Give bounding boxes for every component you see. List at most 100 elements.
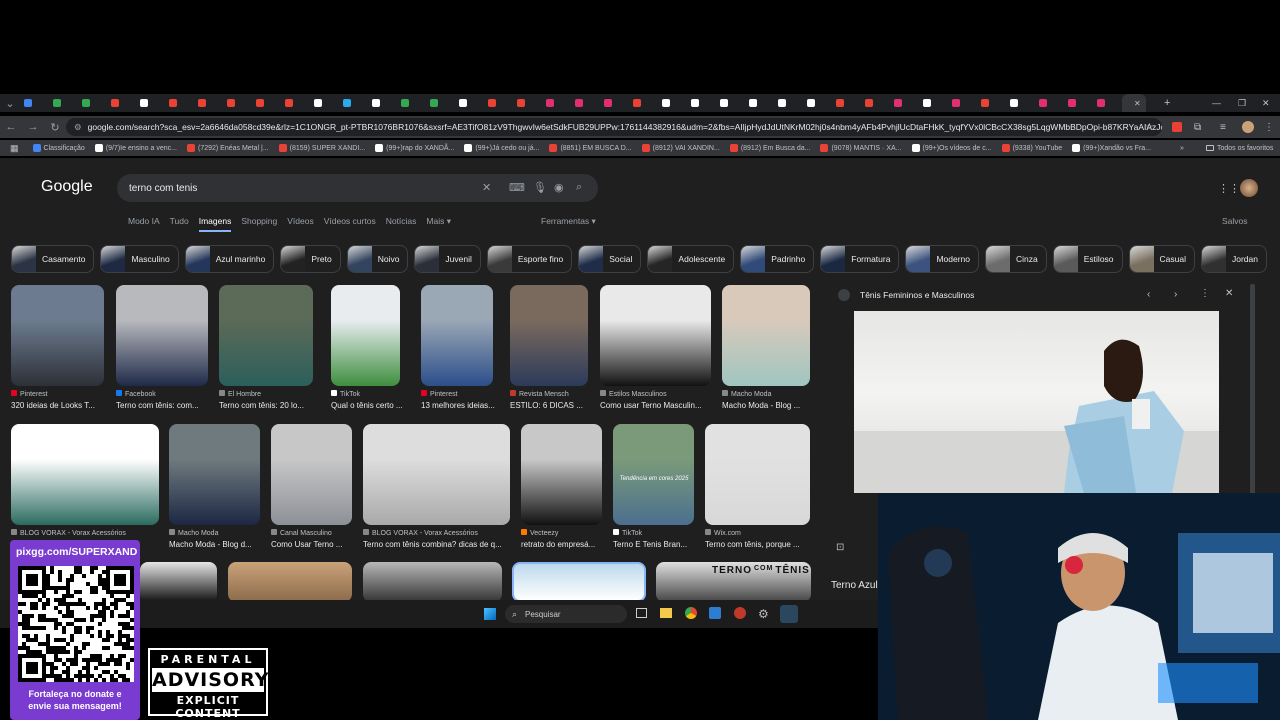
refinement-chip[interactable]: Social (578, 245, 642, 273)
browser-tab[interactable] (919, 94, 948, 112)
reload-icon[interactable]: ↻ (44, 121, 66, 134)
result-image[interactable] (271, 424, 352, 525)
extensions-icon[interactable]: ⧉ (1194, 122, 1201, 133)
prev-icon[interactable]: ‹ (1147, 289, 1150, 300)
maximize-icon[interactable]: ❐ (1238, 98, 1246, 109)
browser-tab[interactable] (78, 94, 107, 112)
bookmark-item[interactable]: (99+)Xandão vs Fra... (1072, 144, 1151, 152)
media-icon[interactable]: ≡ (1220, 122, 1226, 133)
result-source[interactable]: Vecteezy (521, 529, 608, 537)
more-options-icon[interactable]: ⋮ (1200, 288, 1210, 299)
result-title[interactable]: Terno com tênis: com... (116, 401, 214, 410)
result-source[interactable]: BLOG VORAX - Vorax Acessórios (11, 529, 165, 537)
bookmark-item[interactable]: (8159) SUPER XANDI... (278, 144, 365, 152)
new-tab-button[interactable]: + (1164, 97, 1170, 109)
result-title[interactable]: Terno com tênis combina? dicas de q... (363, 540, 516, 549)
chrome-icon[interactable] (685, 607, 697, 619)
browser-tab[interactable] (716, 94, 745, 112)
google-logo[interactable]: Google (41, 178, 93, 196)
browser-tab[interactable] (1093, 94, 1122, 112)
browser-tab[interactable] (861, 94, 890, 112)
browser-tab[interactable] (571, 94, 600, 112)
result-image[interactable] (521, 424, 602, 525)
result-title[interactable]: ESTILO: 6 DICAS ... (510, 401, 594, 410)
search-tab[interactable]: Modo IA (128, 216, 160, 232)
bookmark-item[interactable]: (9078) MANTIS · XA... (820, 144, 902, 152)
search-icon[interactable]: ⌕ (576, 181, 582, 194)
browser-tab[interactable] (774, 94, 803, 112)
bookmark-item[interactable]: (9/7)Ie ensino a venc... (94, 144, 177, 152)
result-title[interactable]: Como Usar Terno ... (271, 540, 358, 549)
result-image[interactable] (11, 285, 104, 386)
search-tab[interactable]: Notícias (386, 216, 417, 232)
browser-tab[interactable] (745, 94, 774, 112)
preview-image[interactable] (854, 311, 1219, 493)
result-image[interactable] (512, 562, 646, 600)
result-title[interactable]: 320 ideias de Looks T... (11, 401, 110, 410)
refinement-chip[interactable]: Casual (1128, 245, 1195, 273)
result-source[interactable]: Macho Moda (722, 390, 816, 398)
site-info-icon[interactable]: ⚙ (74, 122, 82, 133)
apps-icon[interactable]: ▦ (10, 143, 19, 154)
result-title[interactable]: 13 melhores ideias... (421, 401, 499, 410)
settings-icon[interactable]: ⚙ (758, 607, 769, 621)
browser-tab[interactable] (426, 94, 455, 112)
browser-tab[interactable] (977, 94, 1006, 112)
profile-avatar[interactable] (1242, 121, 1254, 133)
browser-tab[interactable] (455, 94, 484, 112)
browser-tab[interactable] (194, 94, 223, 112)
result-image[interactable] (331, 285, 400, 386)
result-image[interactable] (140, 562, 217, 600)
browser-tab[interactable] (658, 94, 687, 112)
browser-tab[interactable] (542, 94, 571, 112)
more-bookmarks-icon[interactable]: » (1180, 145, 1184, 152)
result-title[interactable]: Terno com tênis, porque ... (705, 540, 816, 549)
bookmark-item[interactable]: (9338) YouTube (1001, 144, 1062, 152)
clear-icon[interactable]: ✕ (482, 181, 491, 194)
result-image[interactable] (169, 424, 260, 525)
refinement-chip[interactable]: Esporte fino (486, 245, 573, 273)
result-title[interactable]: Como usar Terno Masculin... (600, 401, 717, 410)
refinement-chip[interactable]: Noivo (346, 245, 409, 273)
mic-icon[interactable]: 🎙 (533, 181, 547, 194)
result-source[interactable]: Revista Mensch (510, 390, 594, 398)
browser-tab[interactable] (948, 94, 977, 112)
result-source[interactable]: Wix.com (705, 529, 816, 537)
browser-tab[interactable] (629, 94, 658, 112)
file-explorer-icon[interactable] (660, 608, 672, 618)
extension-icon[interactable] (1172, 122, 1182, 132)
result-title[interactable]: Terno E Tenis Bran... (613, 540, 700, 549)
result-image[interactable] (11, 424, 159, 525)
result-image[interactable] (510, 285, 588, 386)
result-image[interactable] (600, 285, 711, 386)
search-tab[interactable]: Mais ▾ (426, 216, 451, 232)
bookmark-item[interactable]: (8851) EM BUSCA D... (549, 144, 632, 152)
result-source[interactable]: El Hombre (219, 390, 319, 398)
refinement-chip[interactable]: Jordan (1201, 245, 1267, 273)
close-tab-icon[interactable]: ✕ (1134, 99, 1141, 108)
minimize-icon[interactable]: — (1212, 98, 1221, 108)
result-title[interactable]: Terno com tênis: 20 lo... (219, 401, 319, 410)
result-image[interactable] (116, 285, 208, 386)
browser-tab[interactable] (832, 94, 861, 112)
bookmark-item[interactable]: (99+)rap do XANDÃ... (375, 144, 454, 152)
result-title[interactable]: Qual o tênis certo ... (331, 401, 406, 410)
taskbar-search[interactable]: ⌕ Pesquisar (505, 605, 627, 623)
back-icon[interactable]: ← (0, 121, 22, 133)
result-source[interactable]: TikTok (331, 390, 406, 398)
result-source[interactable]: Pinterest (421, 390, 499, 398)
search-tab[interactable]: Vídeos curtos (324, 216, 376, 232)
browser-tab[interactable] (339, 94, 368, 112)
task-view-icon[interactable] (636, 608, 647, 618)
bookmark-item[interactable]: (99+)Já cedo ou já... (464, 144, 539, 152)
tools-button[interactable]: Ferramentas ▾ (541, 216, 596, 227)
result-source[interactable]: TikTok (613, 529, 700, 537)
forward-icon[interactable]: → (22, 121, 44, 133)
bookmark-item[interactable]: (8912) Em Busca da... (729, 144, 810, 152)
refinement-chip[interactable]: Padrinho (740, 245, 815, 273)
bookmark-item[interactable]: (8912) VAI XANDIN... (641, 144, 720, 152)
result-image[interactable] (613, 424, 694, 525)
refinement-chip[interactable]: Formatura (820, 245, 900, 273)
refinement-chip[interactable]: Azul marinho (184, 245, 275, 273)
app-icon[interactable] (734, 607, 746, 619)
